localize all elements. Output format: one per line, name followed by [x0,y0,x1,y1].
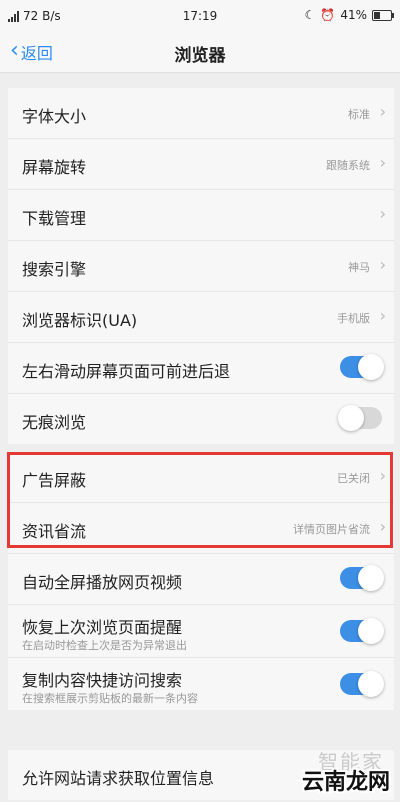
screen-rotation-row[interactable]: 屏幕旋转 跟随系统 › [8,139,394,190]
ad-block-row[interactable]: 广告屏蔽 已关闭 › [8,452,394,503]
status-bar: 72 B/s 17:19 ☾ ⏰ 41% [0,0,400,32]
chevron-right-icon: › [379,204,386,223]
incognito-row: 无痕浏览 [8,394,394,444]
incognito-toggle[interactable] [338,405,382,431]
clipboard-search-row: 复制内容快捷访问搜索 在搜索框展示剪贴板的最新一条内容 [8,658,394,710]
search-engine-row[interactable]: 搜索引擎 神马 › [8,241,394,292]
user-agent-row[interactable]: 浏览器标识(UA) 手机版 › [8,292,394,343]
nav-bar: ‹ 返回 浏览器 [0,32,400,73]
download-management-row[interactable]: 下载管理 › [8,190,394,241]
autoplay-video-toggle[interactable] [340,565,384,591]
data-saver-row[interactable]: 资讯省流 详情页图片省流 › [8,503,394,554]
page-title: 浏览器 [174,46,226,66]
chevron-right-icon: › [379,517,386,536]
chevron-right-icon: › [379,153,386,172]
watermark-logo: 云南龙网 [301,770,390,795]
battery-icon [372,9,394,21]
clipboard-search-toggle[interactable] [340,671,384,697]
watermark: 智能家 云南龙网 [280,748,390,796]
chevron-right-icon: › [379,466,386,485]
settings-group-2: 广告屏蔽 已关闭 › 资讯省流 详情页图片省流 › 自动全屏播放网页视频 恢复上… [8,452,394,710]
autoplay-video-row: 自动全屏播放网页视频 [8,554,394,605]
chevron-right-icon: › [379,306,386,325]
alarm-icon: ⏰ [320,8,336,22]
restore-session-toggle[interactable] [340,618,384,644]
battery-percent: 41% [340,8,367,22]
swipe-navigation-row: 左右滑动屏幕页面可前进后退 [8,343,394,394]
swipe-navigation-toggle[interactable] [340,354,384,380]
settings-group-1: 字体大小 标准 › 屏幕旋转 跟随系统 › 下载管理 › 搜索引擎 神马 › 浏… [8,88,394,444]
font-size-row[interactable]: 字体大小 标准 › [8,88,394,139]
chevron-right-icon: › [379,102,386,121]
moon-icon: ☾ [304,8,316,22]
chevron-right-icon: › [379,255,386,274]
restore-session-row: 恢复上次浏览页面提醒 在启动时检查上次是否为异常退出 [8,605,394,658]
